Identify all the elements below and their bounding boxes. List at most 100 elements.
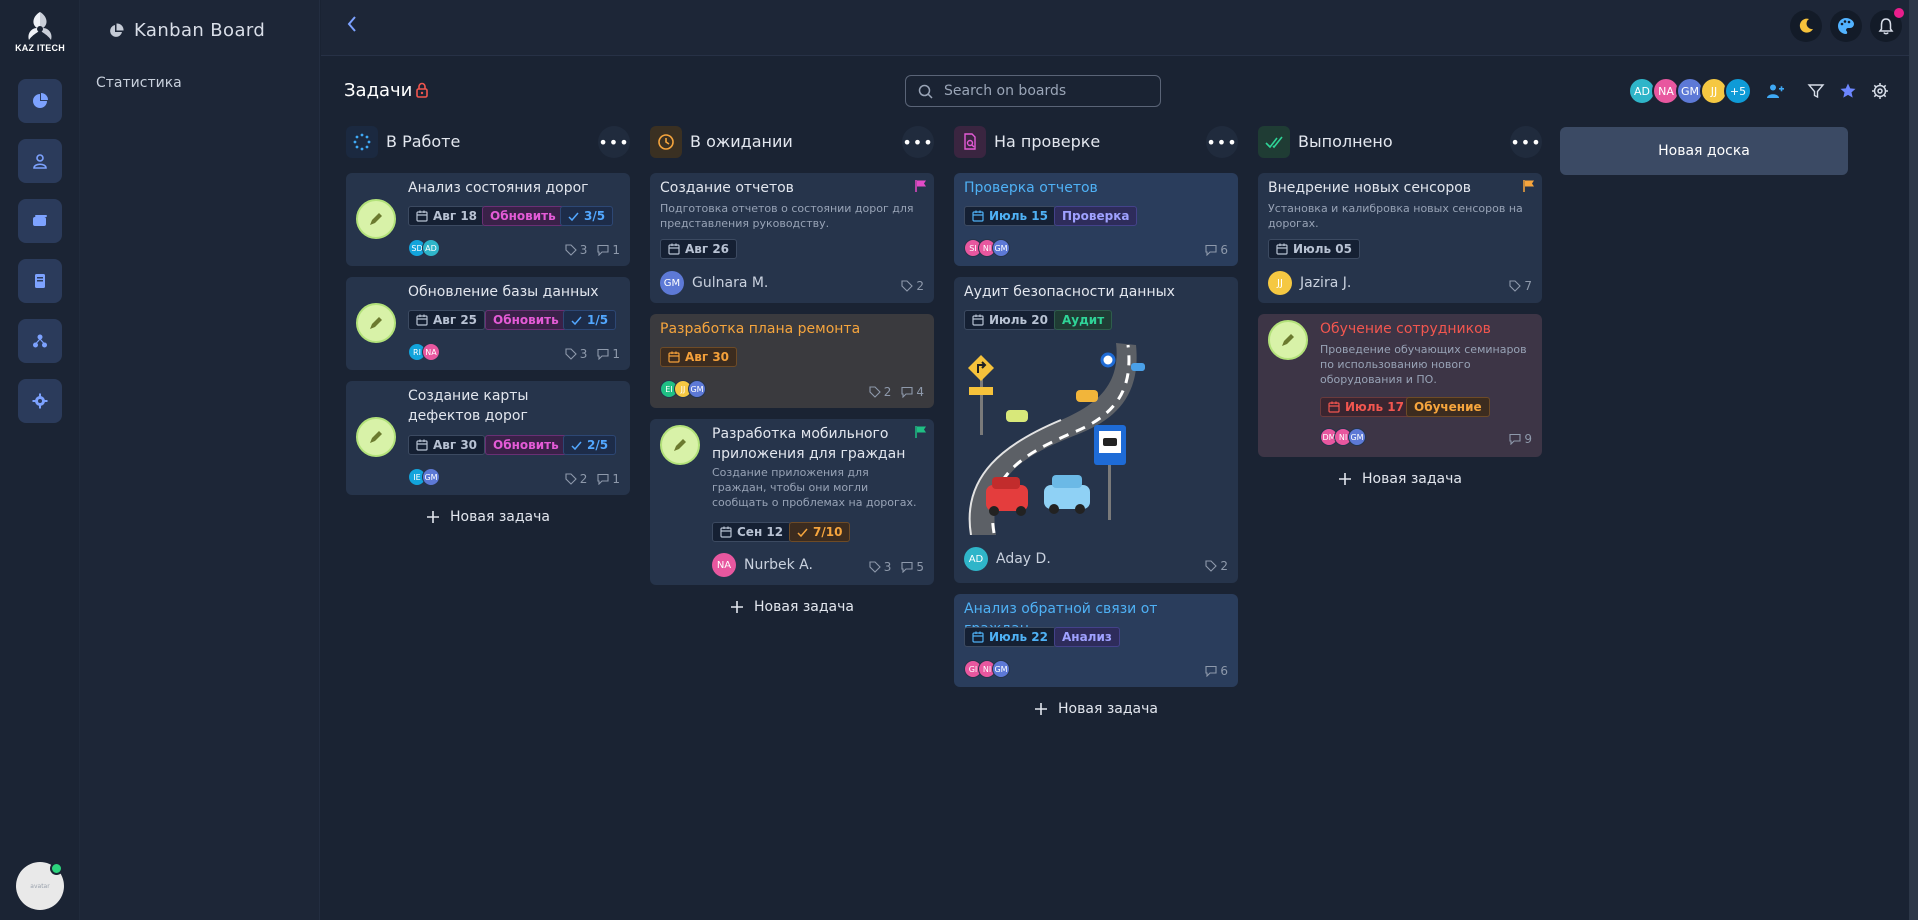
task-progress-tag: 7/10 [789,522,851,542]
rail-people-button[interactable] [18,319,62,363]
notification-badge [1894,8,1904,18]
tag-icon [869,386,881,398]
comments-count: 5 [901,560,924,574]
comment-icon [1509,433,1521,445]
task-assignee: JJ Jazira J. [1268,271,1351,295]
calendar-icon [668,243,680,255]
rail-statistics-button[interactable] [18,79,62,123]
task-label-tag: Проверка [1054,206,1138,226]
task-meta: 7 [1509,279,1532,293]
lock-icon[interactable] [415,82,429,98]
pencil-icon [674,439,686,451]
double-check-icon [1265,136,1283,149]
chevron-left-icon[interactable] [341,12,365,36]
rail-wallet-button[interactable] [18,199,62,243]
task-card[interactable]: Обучение сотрудников Проведение обучающи… [1258,314,1542,457]
task-title: Аудит безопасности данных [964,284,1175,300]
task-card[interactable]: Разработка мобильного приложения для гра… [650,419,934,585]
task-meta: 2 [901,279,924,293]
road-illustration-image [968,343,1145,535]
check-icon [571,316,582,325]
flag-icon [915,426,926,438]
task-card[interactable]: Проверка отчетов Июль 15 Проверка SI NI … [954,173,1238,266]
column-menu-button[interactable]: ••• [1206,126,1238,158]
rail-settings-button[interactable] [18,379,62,423]
likes-count: 2 [565,472,587,486]
task-progress: 1/5 [587,313,609,327]
new-task-button[interactable]: Новая задача [954,693,1238,725]
book-icon [35,274,45,288]
new-task-button[interactable]: Новая задача [346,501,630,533]
task-date: Авг 30 [433,438,478,452]
column-done: Выполнено ••• Внедрение новых сенсоров У… [1258,126,1542,487]
pencil-icon [370,213,382,225]
calendar-icon [416,439,428,451]
task-card[interactable]: Разработка плана ремонта Авг 30 EI JJ GM… [650,314,934,408]
search-input[interactable] [944,83,1154,99]
task-progress-tag: 3/5 [560,206,614,226]
task-card[interactable]: Обновление базы данных Авг 25 Обновить 1… [346,277,630,370]
task-cover-avatar [1268,320,1308,360]
task-card[interactable]: Внедрение новых сенсоров Установка и кал… [1258,173,1542,303]
rail-docs-button[interactable] [18,259,62,303]
task-card[interactable]: Анализ состояния дорог Авг 18 Обновить 3… [346,173,630,266]
clock-icon [658,134,674,150]
tag-icon [869,561,881,573]
user-icon [33,154,47,169]
task-title: Проверка отчетов [964,180,1098,196]
task-assignee: AD Aday D. [964,547,1051,571]
likes-count: 2 [901,279,924,293]
task-progress-tag: 2/5 [563,435,617,455]
comments-count: 6 [1205,243,1228,257]
tag-icon [565,348,577,360]
new-task-button[interactable]: Новая задача [650,591,934,623]
moon-icon [1799,18,1813,33]
task-date-tag: Авг 18 [408,206,486,226]
tag-icon [1509,280,1522,292]
task-date: Сен 12 [737,525,784,539]
task-cover-avatar [356,417,396,457]
pie-chart-icon [110,22,124,37]
column-menu-button[interactable]: ••• [1510,126,1542,158]
task-cover-avatar [356,199,396,239]
add-member-button[interactable] [1764,80,1786,102]
member-avatar: GM [688,380,706,398]
palette-button[interactable] [1830,10,1862,42]
rail-users-button[interactable] [18,139,62,183]
task-assignee: NA Nurbek A. [712,553,813,577]
plus-icon [731,601,744,613]
company-logo[interactable]: KAZ ITECH [14,10,66,58]
theme-toggle-button[interactable] [1790,10,1822,42]
column-menu-button[interactable]: ••• [598,126,630,158]
task-card[interactable]: Создание карты дефектов дорог Авг 30 Обн… [346,381,630,495]
pencil-icon [1282,334,1294,346]
column-review: На проверке ••• Проверка отчетов Июль 15… [954,126,1238,717]
new-board-button[interactable]: Новая доска [1560,127,1848,175]
task-card[interactable]: Анализ обратной связи от граждан Июль 22… [954,594,1238,687]
sidebar-title: Kanban Board [134,20,266,41]
sidebar-item-statistics[interactable]: Статистика [96,75,182,91]
task-meta: 2 [1205,559,1228,573]
more-members-badge[interactable]: +5 [1724,77,1752,105]
new-task-button[interactable]: Новая задача [1258,463,1542,495]
column-icon [954,126,986,158]
task-card[interactable]: Создание отчетов Подготовка отчетов о со… [650,173,934,303]
column-header: В ожидании ••• [650,126,934,160]
member-avatar: AD [422,239,440,257]
palette-icon [1838,18,1854,34]
filter-button[interactable] [1805,80,1827,102]
task-title: Разработка мобильного приложения для гра… [712,426,906,462]
plus-icon [427,511,440,523]
task-date: Июль 15 [989,209,1048,223]
board-settings-button[interactable] [1869,80,1891,102]
task-date: Авг 18 [433,209,478,223]
calendar-icon [720,526,732,538]
favorite-button[interactable] [1837,80,1859,102]
page-scrollbar[interactable] [1909,0,1918,920]
task-description: Установка и калибровка новых сенсоров на… [1268,202,1523,230]
task-card[interactable]: Аудит безопасности данных Июль 20 Аудит [954,277,1238,583]
tag-icon [901,280,914,292]
bell-icon [1878,18,1894,35]
column-menu-button[interactable]: ••• [902,126,934,158]
calendar-icon [416,210,428,222]
